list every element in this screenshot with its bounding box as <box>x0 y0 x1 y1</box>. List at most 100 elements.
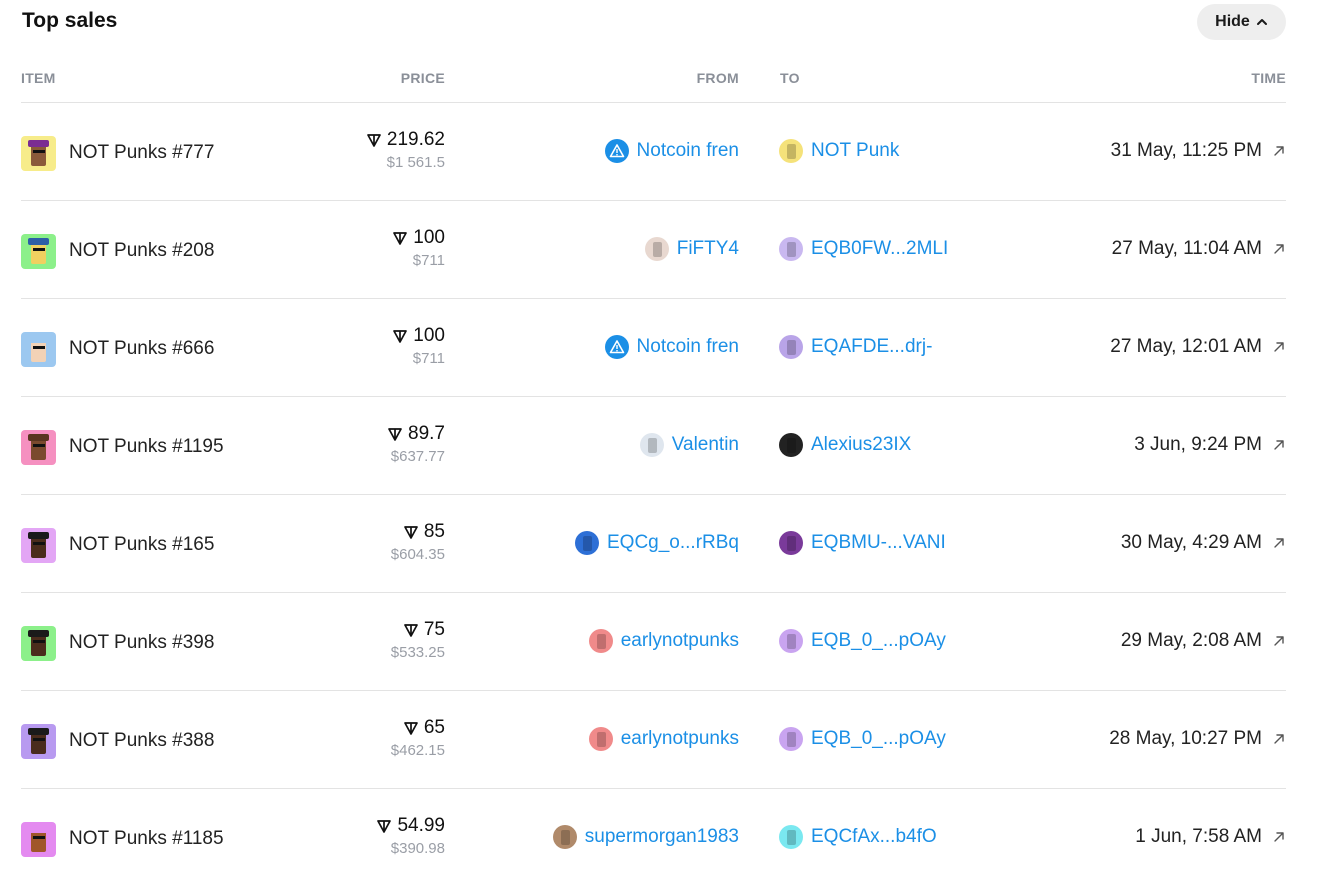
time-text: 27 May, 12:01 AM <box>1110 336 1262 357</box>
item-name: NOT Punks #1195 <box>69 436 224 457</box>
item-cell[interactable]: NOT Punks #208 <box>21 233 214 269</box>
from-cell[interactable]: supermorgan1983 <box>552 825 739 849</box>
price-usd: $1 561.5 <box>386 154 445 171</box>
to-avatar-icon <box>779 825 803 849</box>
from-link[interactable]: earlynotpunks <box>621 728 739 750</box>
item-name: NOT Punks #208 <box>69 240 215 261</box>
time-link[interactable]: 30 May, 4:29 AM <box>1121 532 1286 554</box>
from-link[interactable]: EQCg_o...rRBq <box>607 532 739 554</box>
to-link[interactable]: EQAFDE...drj- <box>811 336 932 358</box>
to-avatar-icon <box>779 531 803 555</box>
item-cell[interactable]: NOT Punks #165 <box>21 527 214 563</box>
to-cell[interactable]: NOT Punk <box>779 139 899 163</box>
to-cell[interactable]: EQBMU-...VANI <box>779 531 946 555</box>
time-link[interactable]: 31 May, 11:25 PM <box>1111 140 1286 162</box>
time-link[interactable]: 3 Jun, 9:24 PM <box>1134 434 1286 456</box>
from-avatar-icon <box>552 825 577 849</box>
item-cell[interactable]: NOT Punks #1195 <box>21 429 224 465</box>
item-name: NOT Punks #1185 <box>69 828 224 849</box>
time-link[interactable]: 1 Jun, 7:58 AM <box>1135 826 1286 848</box>
from-link[interactable]: Valentin <box>672 434 739 456</box>
column-header-item: ITEM <box>21 70 56 86</box>
price-cell: 100 $711 <box>392 227 445 269</box>
ton-icon <box>404 526 418 539</box>
price-usd: $390.98 <box>390 840 445 857</box>
price-ton: 75 <box>423 619 445 640</box>
from-link[interactable]: supermorgan1983 <box>585 826 739 848</box>
table-row[interactable]: NOT Punks #1195 89.7 $637.77 Valentin Al… <box>21 397 1286 495</box>
nft-avatar-icon <box>21 625 56 661</box>
from-cell[interactable]: earlynotpunks <box>588 727 739 751</box>
table-row[interactable]: NOT Punks #666 100 $711 Notcoin fren EQA… <box>21 299 1286 397</box>
price-cell: 100 $711 <box>392 325 445 367</box>
nft-avatar-icon <box>21 331 56 367</box>
item-cell[interactable]: NOT Punks #388 <box>21 723 214 759</box>
to-avatar-icon <box>779 335 803 359</box>
to-cell[interactable]: EQCfAx...b4fO <box>779 825 937 849</box>
table-row[interactable]: NOT Punks #777 219.62 $1 561.5 Notcoin f… <box>21 103 1286 201</box>
table-row[interactable]: NOT Punks #398 75 $533.25 earlynotpunks … <box>21 593 1286 691</box>
external-link-icon <box>1274 538 1284 548</box>
from-link[interactable]: Notcoin fren <box>637 336 739 358</box>
from-cell[interactable]: Notcoin fren <box>604 335 739 359</box>
time-link[interactable]: 28 May, 10:27 PM <box>1109 728 1286 750</box>
from-link[interactable]: Notcoin fren <box>637 140 739 162</box>
time-text: 28 May, 10:27 PM <box>1109 728 1262 749</box>
nft-avatar-icon <box>21 723 56 759</box>
from-cell[interactable]: Notcoin fren <box>604 139 739 163</box>
hide-button[interactable]: Hide <box>1197 4 1286 40</box>
to-link[interactable]: EQBMU-...VANI <box>811 532 946 554</box>
table-row[interactable]: NOT Punks #208 100 $711 FiFTY4 EQB0FW...… <box>21 201 1286 299</box>
to-cell[interactable]: EQAFDE...drj- <box>779 335 932 359</box>
to-link[interactable]: EQCfAx...b4fO <box>811 826 937 848</box>
time-link[interactable]: 29 May, 2:08 AM <box>1121 630 1286 652</box>
table-row[interactable]: NOT Punks #1185 54.99 $390.98 supermorga… <box>21 789 1286 887</box>
to-cell[interactable]: Alexius23IX <box>779 433 911 457</box>
column-header-price: PRICE <box>400 70 445 86</box>
price-cell: 65 $462.15 <box>391 717 445 759</box>
ton-icon <box>404 722 418 735</box>
ton-icon <box>393 330 408 343</box>
from-cell[interactable]: EQCg_o...rRBq <box>575 531 739 555</box>
time-link[interactable]: 27 May, 12:01 AM <box>1110 336 1286 358</box>
warning-icon <box>604 335 629 359</box>
item-cell[interactable]: NOT Punks #1185 <box>21 821 224 857</box>
price-ton: 219.62 <box>386 129 445 150</box>
nft-avatar-icon <box>21 821 56 857</box>
ton-icon <box>393 232 408 245</box>
nft-avatar-icon <box>21 135 56 171</box>
item-cell[interactable]: NOT Punks #777 <box>21 135 214 171</box>
to-link[interactable]: Alexius23IX <box>811 434 911 456</box>
item-cell[interactable]: NOT Punks #398 <box>21 625 214 661</box>
table-row[interactable]: NOT Punks #165 85 $604.35 EQCg_o...rRBq … <box>21 495 1286 593</box>
price-cell: 85 $604.35 <box>391 521 445 563</box>
nft-avatar-icon <box>21 429 56 465</box>
to-link[interactable]: NOT Punk <box>811 140 899 162</box>
time-link[interactable]: 27 May, 11:04 AM <box>1112 238 1286 260</box>
item-cell[interactable]: NOT Punks #666 <box>21 331 214 367</box>
external-link-icon <box>1274 734 1284 744</box>
item-name: NOT Punks #666 <box>69 338 215 359</box>
section-title: Top sales <box>22 9 118 32</box>
from-cell[interactable]: earlynotpunks <box>588 629 739 653</box>
table-row[interactable]: NOT Punks #388 65 $462.15 earlynotpunks … <box>21 691 1286 789</box>
to-cell[interactable]: EQB_0_...pOAy <box>779 629 946 653</box>
external-link-icon <box>1274 146 1284 156</box>
price-cell: 75 $533.25 <box>391 619 445 661</box>
to-avatar-icon <box>779 237 803 261</box>
to-cell[interactable]: EQB0FW...2MLI <box>779 237 948 261</box>
from-avatar-icon <box>575 531 599 555</box>
to-link[interactable]: EQB_0_...pOAy <box>811 630 946 652</box>
from-link[interactable]: earlynotpunks <box>621 630 739 652</box>
price-usd: $637.77 <box>390 448 445 465</box>
from-cell[interactable]: FiFTY4 <box>644 237 739 261</box>
from-link[interactable]: FiFTY4 <box>677 238 739 260</box>
table-header: ITEM PRICE FROM TO TIME <box>21 68 1286 103</box>
to-link[interactable]: EQB_0_...pOAy <box>811 728 946 750</box>
chevron-up-icon <box>1256 19 1267 25</box>
external-link-icon <box>1274 636 1284 646</box>
from-cell[interactable]: Valentin <box>639 433 739 457</box>
to-link[interactable]: EQB0FW...2MLI <box>811 238 948 260</box>
external-link-icon <box>1274 244 1284 254</box>
to-cell[interactable]: EQB_0_...pOAy <box>779 727 946 751</box>
